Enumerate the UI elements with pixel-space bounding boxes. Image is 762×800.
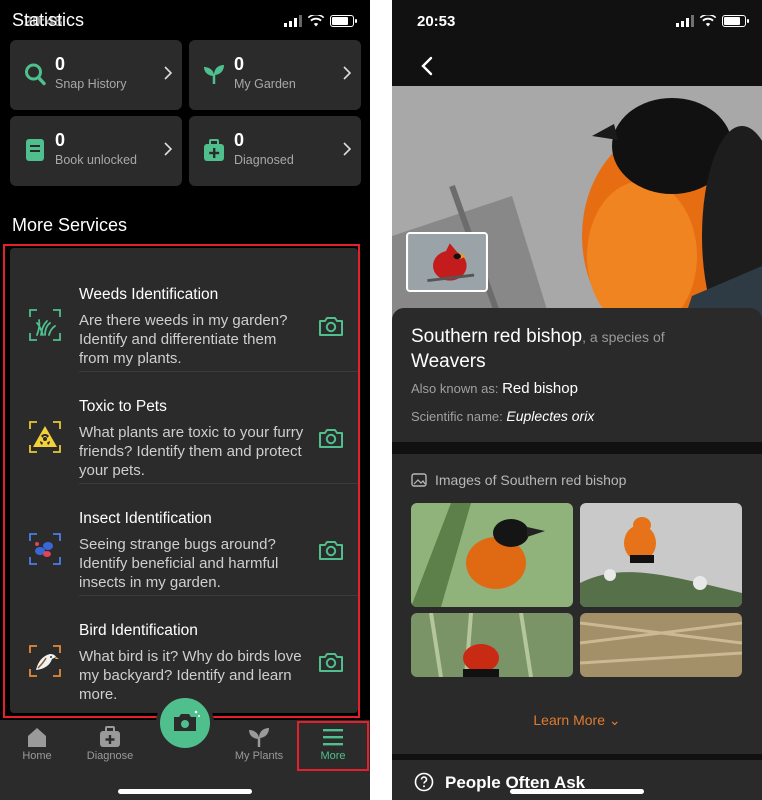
snap-camera-button[interactable] xyxy=(156,694,214,752)
status-time: 20:53 xyxy=(417,13,456,30)
aka-label: Also known as: xyxy=(411,381,499,396)
gallery-image[interactable] xyxy=(580,503,742,607)
aka-line: Also known as: Red bishop xyxy=(411,380,578,397)
medical-kit-icon xyxy=(204,139,224,161)
status-icons xyxy=(676,15,749,27)
gallery-title: Images of Southern red bishop xyxy=(411,472,626,488)
tab-label: My Plants xyxy=(234,750,284,762)
gallery-image[interactable] xyxy=(411,503,573,607)
stat-label: My Garden xyxy=(234,77,296,91)
medical-kit-icon xyxy=(100,726,120,747)
chevron-right-icon xyxy=(164,66,172,80)
images-section: Images of Southern red bishop Learn More… xyxy=(392,454,762,754)
family-name[interactable]: Weavers xyxy=(411,351,486,373)
left-screen: 20:48 Statistics 0 Snap History 0 My Gar… xyxy=(0,0,370,800)
book-icon xyxy=(26,139,44,161)
back-chevron-icon[interactable] xyxy=(420,56,434,76)
stat-count: 0 xyxy=(55,130,66,150)
bird-photo xyxy=(411,503,573,607)
common-name: Southern red bishop xyxy=(411,326,583,347)
right-screen: 20:53 Southern red bishop, a species of … xyxy=(392,0,762,800)
bird-photo xyxy=(411,613,573,677)
gallery-image[interactable] xyxy=(411,613,573,677)
sci-value: Euplectes orix xyxy=(506,408,595,424)
chevron-right-icon xyxy=(343,66,351,80)
aka-value: Red bishop xyxy=(502,380,578,397)
sci-label: Scientific name: xyxy=(411,409,503,424)
signal-icon xyxy=(284,15,302,27)
home-indicator xyxy=(118,789,252,794)
battery-icon xyxy=(330,15,357,27)
species-name-line: Southern red bishop, a species of xyxy=(411,326,665,348)
learn-more-link[interactable]: Learn More ⌄ xyxy=(392,712,762,729)
stat-label: Diagnosed xyxy=(234,153,294,167)
bird-photo xyxy=(580,503,742,607)
stat-my-garden[interactable]: 0 My Garden xyxy=(189,40,361,110)
home-icon xyxy=(28,728,46,747)
image-icon xyxy=(411,473,427,487)
learn-more-label: Learn More xyxy=(533,712,605,728)
camera-icon xyxy=(174,710,200,731)
battery-icon xyxy=(722,15,749,27)
services-highlight xyxy=(3,244,360,718)
thumbnail-image[interactable] xyxy=(406,232,488,292)
stat-snap-history[interactable]: 0 Snap History xyxy=(10,40,182,110)
chevron-right-icon xyxy=(164,142,172,156)
tab-diagnose[interactable]: Diagnose xyxy=(80,726,140,762)
cardinal-photo xyxy=(408,234,486,290)
sprout-icon xyxy=(249,728,269,747)
more-tab-highlight xyxy=(297,721,369,771)
statistics-title: Statistics xyxy=(12,10,85,30)
chevron-down-icon: ⌄ xyxy=(608,712,621,728)
more-services-title: More Services xyxy=(12,215,128,235)
stat-label: Book unlocked xyxy=(55,153,138,167)
search-icon xyxy=(25,63,46,86)
stat-count: 0 xyxy=(234,54,245,74)
tab-label: Home xyxy=(22,750,52,762)
stat-book-unlocked[interactable]: 0 Book unlocked xyxy=(10,116,182,186)
sprout-icon xyxy=(204,65,224,84)
gallery-image[interactable] xyxy=(580,613,742,677)
question-icon xyxy=(414,772,434,792)
stat-count: 0 xyxy=(55,54,66,74)
tab-my-plants[interactable]: My Plants xyxy=(229,726,289,762)
species-info-card: Southern red bishop, a species of Weaver… xyxy=(392,308,762,442)
chevron-right-icon xyxy=(343,142,351,156)
tab-label: Diagnose xyxy=(86,750,134,762)
bird-photo xyxy=(580,613,742,677)
tab-home[interactable]: Home xyxy=(7,726,67,762)
stat-diagnosed[interactable]: 0 Diagnosed xyxy=(189,116,361,186)
stat-label: Snap History xyxy=(55,77,127,91)
home-indicator xyxy=(510,789,644,794)
scientific-line: Scientific name: Euplectes orix xyxy=(411,408,594,424)
people-often-ask-section: People Often Ask xyxy=(392,760,762,800)
signal-icon xyxy=(676,15,694,27)
species-of-label: , a species of xyxy=(582,329,665,345)
gallery-title-text: Images of Southern red bishop xyxy=(435,472,627,488)
stat-count: 0 xyxy=(234,130,245,150)
status-icons xyxy=(284,15,357,27)
wifi-icon xyxy=(700,15,716,27)
wifi-icon xyxy=(308,15,324,27)
